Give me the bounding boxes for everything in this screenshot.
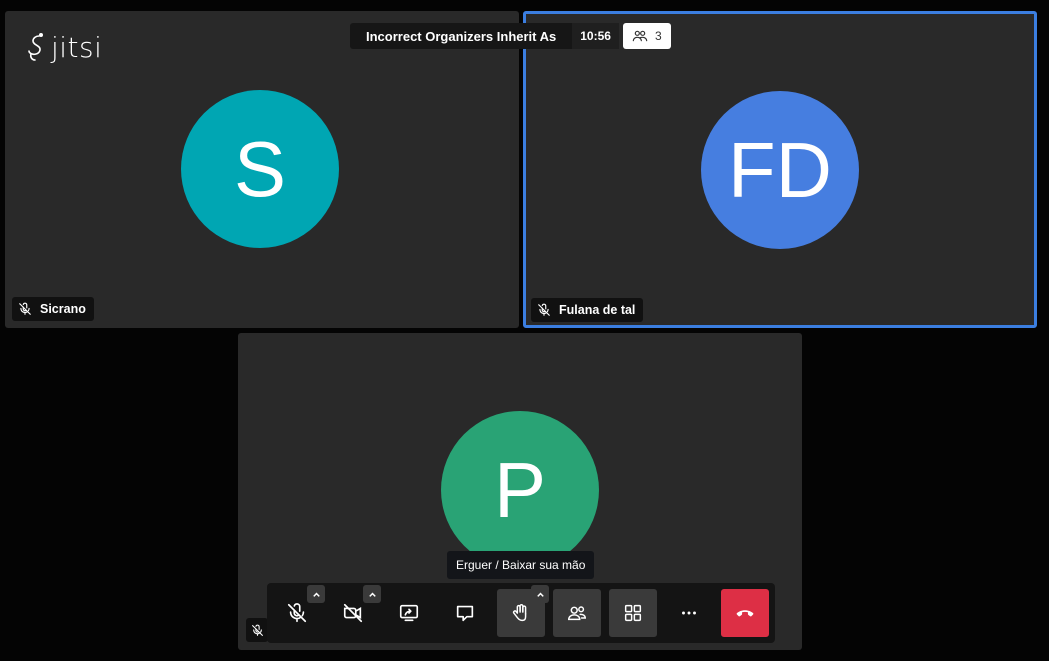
participant-count: 3: [654, 29, 662, 43]
logo-text: jitsi: [51, 31, 103, 64]
chevron-up-icon: [536, 592, 544, 597]
tile-view-button[interactable]: [609, 589, 657, 637]
conference-subject: Incorrect Organizers Inherit As: [350, 23, 573, 49]
participants-icon: [568, 606, 586, 621]
mic-off-icon: [538, 303, 550, 316]
participants-button[interactable]: [553, 589, 601, 637]
chevron-up-icon: [312, 592, 320, 597]
mic-off-icon: [19, 302, 31, 315]
hangup-icon: [736, 610, 754, 617]
more-actions-button[interactable]: [665, 589, 713, 637]
mic-off-icon: [251, 624, 263, 636]
chat-icon: [456, 605, 474, 622]
hand-icon: [512, 604, 527, 622]
conference-timer: 10:56: [572, 23, 619, 49]
participant-tile-fulana-de-tal[interactable]: FD Fulana de tal: [523, 11, 1037, 328]
reactions-options-button[interactable]: [531, 585, 549, 603]
conference-subject-bar: Incorrect Organizers Inherit As 10:56 3: [350, 23, 671, 49]
participant-count-badge[interactable]: 3: [622, 23, 671, 49]
avatar: FD: [701, 91, 859, 249]
grid-icon: [624, 604, 642, 622]
avatar-initials: S: [233, 124, 287, 213]
name-tag: Sicrano: [12, 297, 94, 321]
participant-name: Sicrano: [40, 302, 86, 316]
avatar-initials: P: [493, 445, 547, 534]
camera-options-button[interactable]: [363, 585, 381, 603]
microphone-options-button[interactable]: [307, 585, 325, 603]
chevron-up-icon: [368, 592, 376, 597]
jitsi-logo: jitsi: [25, 31, 102, 64]
share-screen-icon: [399, 604, 419, 622]
conference-stage: S Sicrano jitsi FD Fulana de tal P Incor…: [0, 0, 1049, 661]
avatar: S: [181, 90, 339, 248]
chat-button[interactable]: [441, 589, 489, 637]
hangup-button[interactable]: [721, 589, 769, 637]
camera-off-icon: [343, 603, 363, 623]
more-icon: [682, 611, 696, 615]
jitsi-logo-icon: [28, 32, 44, 61]
mic-off-icon: [287, 603, 307, 623]
avatar-initials: FD: [728, 125, 832, 214]
name-tag: Fulana de tal: [531, 298, 644, 322]
name-tag: [246, 618, 268, 642]
toolbar: [267, 583, 775, 643]
share-screen-button[interactable]: [385, 589, 433, 637]
participants-icon: [632, 30, 648, 42]
avatar: P: [441, 411, 599, 569]
participant-tile-sicrano[interactable]: S Sicrano jitsi: [5, 11, 519, 328]
raise-hand-tooltip: Erguer / Baixar sua mão: [447, 551, 595, 579]
participant-name: Fulana de tal: [559, 303, 636, 317]
